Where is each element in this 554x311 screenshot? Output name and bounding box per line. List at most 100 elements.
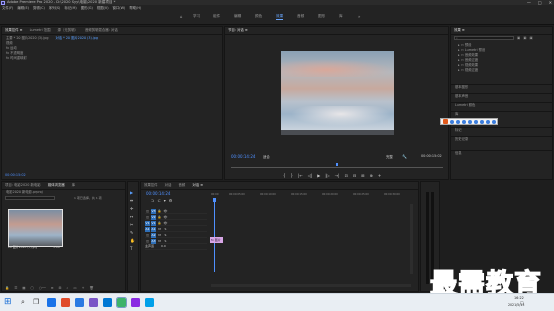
snap-icon[interactable]: ⊃ — [151, 198, 154, 203]
section-essential-graphics[interactable]: 基本图形 — [451, 85, 468, 90]
pen-tool-icon[interactable]: ✎ — [130, 230, 135, 235]
zoom-slider[interactable]: ○── — [39, 286, 46, 290]
workspace-editing[interactable]: 编辑 — [234, 14, 241, 19]
toolbar-tool-icon[interactable] — [474, 119, 478, 124]
taskbar-app-icon[interactable] — [103, 298, 112, 307]
section-history[interactable]: 历史记录 — [451, 137, 468, 142]
trash-icon[interactable]: 🗑 — [89, 286, 93, 290]
export-frame-button[interactable]: ⊞ — [361, 173, 364, 178]
accelerated-filter-icon[interactable]: ▣ — [517, 36, 520, 40]
zoom-select[interactable]: 适合 — [263, 154, 270, 159]
razor-tool-icon[interactable]: ✂ — [130, 222, 135, 227]
rate-stretch-tool-icon[interactable]: ↔ — [130, 214, 135, 219]
yuv-filter-icon[interactable]: ▣ — [529, 36, 532, 40]
tab-sequence-dialog[interactable]: 对话 — [165, 183, 172, 187]
lift-button[interactable]: ⊡ — [344, 173, 347, 178]
program-scrub-bar[interactable] — [231, 167, 443, 168]
toolbar-tool-icon[interactable] — [456, 119, 460, 124]
comparison-view-button[interactable]: ⊕ — [370, 173, 373, 178]
ripple-edit-tool-icon[interactable]: ✛ — [130, 206, 135, 211]
tab-source[interactable]: 源（无剪辑） — [58, 28, 78, 32]
mark-out-button[interactable]: } — [291, 173, 294, 178]
tab-sequence-audio[interactable]: 音频 — [179, 183, 186, 187]
task-view-icon[interactable]: ❐ — [33, 298, 39, 306]
type-tool-icon[interactable]: T — [130, 246, 135, 251]
hand-tool-icon[interactable]: ✋ — [130, 238, 135, 243]
tab-program[interactable]: 节目: 对话 ≡ — [228, 28, 248, 32]
32bit-filter-icon[interactable]: ▣ — [523, 36, 526, 40]
go-to-out-button[interactable]: →| — [335, 173, 340, 178]
workspace-color[interactable]: 颜色 — [255, 14, 262, 19]
workspace-audio[interactable]: 音频 — [297, 14, 304, 19]
icon-view-icon[interactable]: ▦ — [22, 286, 25, 290]
folder-video-transitions[interactable]: ▸ ▭ 视频过渡 — [454, 68, 485, 73]
workspace-learn[interactable]: 学习 — [193, 14, 200, 19]
project-clip-name[interactable]: 20 图片2020 (3).jpg — [8, 245, 37, 249]
freeform-view-icon[interactable]: ▢ — [31, 286, 34, 290]
playhead-marker[interactable] — [336, 163, 338, 166]
effects-search-input[interactable] — [454, 36, 514, 40]
taskbar-app-icon[interactable] — [131, 298, 140, 307]
windows-start-icon[interactable]: ⊞ — [4, 297, 12, 307]
workspace-assembly[interactable]: 组件 — [213, 14, 220, 19]
workspace-libraries[interactable]: 库 — [339, 14, 343, 19]
workspace-effects[interactable]: 效果 — [276, 14, 284, 20]
toolbar-tool-icon[interactable] — [492, 119, 496, 124]
premiere-taskbar-icon[interactable] — [116, 297, 127, 308]
section-essential-sound[interactable]: 基本声音 — [451, 94, 468, 99]
timeline-horizontal-scrollbar[interactable] — [211, 284, 411, 287]
toolbar-tool-icon[interactable] — [462, 119, 466, 124]
source-clip-label[interactable]: 主要 * 20 图片2020 (3).jpg — [6, 36, 48, 40]
go-to-in-button[interactable]: |← — [298, 173, 303, 178]
taskbar-app-icon[interactable] — [89, 298, 98, 307]
tab-lumetri-scopes[interactable]: Lumetri 范围 — [30, 28, 51, 32]
tab-effect-controls-timeline[interactable]: 效果控件 — [144, 183, 158, 187]
tab-effect-controls[interactable]: 效果控件 ≡ — [5, 28, 22, 32]
taskbar-app-icon[interactable] — [145, 298, 154, 307]
new-bin-icon[interactable]: ▭ — [73, 286, 76, 290]
tab-project[interactable]: 项目: 电影2020 新电影 — [5, 183, 41, 187]
section-libraries[interactable]: 库 — [451, 112, 458, 117]
effect-time-remapping[interactable]: fx 时间重映射 — [2, 56, 222, 61]
more-workspaces-icon[interactable]: » — [358, 14, 360, 19]
extract-button[interactable]: ⊟ — [353, 173, 356, 178]
project-search-input[interactable] — [5, 196, 55, 200]
play-button[interactable]: ▶ — [317, 173, 320, 178]
selection-tool-icon[interactable]: ▶ — [130, 190, 135, 195]
timeline-ruler[interactable]: 00:00 00:00:05:00 00:00:10:00 00:00:15:0… — [211, 193, 416, 198]
taskbar-app-icon[interactable] — [75, 298, 84, 307]
toolbar-tool-icon[interactable] — [468, 119, 472, 124]
timeline-timecode[interactable]: 00:00:14:24 — [146, 191, 170, 196]
effect-controls-timecode[interactable]: 00:00:15:02 — [5, 173, 26, 177]
track-select-tool-icon[interactable]: ⇹ — [130, 198, 135, 203]
mark-in-button[interactable]: { — [283, 173, 286, 178]
wrench-icon[interactable]: 🔧 — [402, 154, 407, 159]
taskbar-app-icon[interactable] — [47, 298, 56, 307]
new-item-icon[interactable]: + — [82, 286, 85, 290]
quality-select[interactable]: 完整 — [386, 154, 393, 159]
section-markers[interactable]: 标记 — [451, 128, 462, 133]
taskbar-date[interactable]: 2021/5/13 — [508, 303, 524, 307]
settings-icon[interactable]: ⚙ — [169, 198, 173, 203]
toolbar-tool-icon[interactable] — [480, 119, 484, 124]
automate-icon[interactable]: ⊞ — [59, 286, 62, 290]
lock-icon[interactable]: 🔒 — [5, 286, 9, 290]
section-info[interactable]: 信息 — [451, 151, 462, 156]
home-icon[interactable]: ⌂ — [180, 14, 183, 19]
find-icon[interactable]: ⌕ — [66, 286, 68, 290]
workspace-graphics[interactable]: 图形 — [318, 14, 325, 19]
search-icon[interactable]: ⌕ — [21, 298, 25, 307]
linked-selection-icon[interactable]: ⊂ — [157, 198, 160, 203]
tab-media-browser[interactable]: 媒体浏览器 — [48, 183, 65, 187]
taskbar-app-icon[interactable] — [61, 298, 70, 307]
program-video-frame[interactable] — [281, 51, 394, 135]
toolbar-tool-icon[interactable] — [486, 119, 490, 124]
project-clip-thumbnail[interactable] — [8, 209, 63, 247]
toolbar-tool-icon[interactable] — [450, 119, 454, 124]
master-volume-value[interactable]: 0.0 — [161, 244, 166, 248]
tab-audio-mixer[interactable]: 音频剪辑混合器: 对话 — [85, 28, 118, 32]
sort-icon[interactable]: ≡ — [51, 286, 54, 290]
program-timecode[interactable]: 00:00:14:24 — [231, 154, 255, 159]
app-logo-icon[interactable] — [443, 119, 448, 124]
tab-sequence-active[interactable]: 对话 ≡ — [192, 183, 203, 187]
